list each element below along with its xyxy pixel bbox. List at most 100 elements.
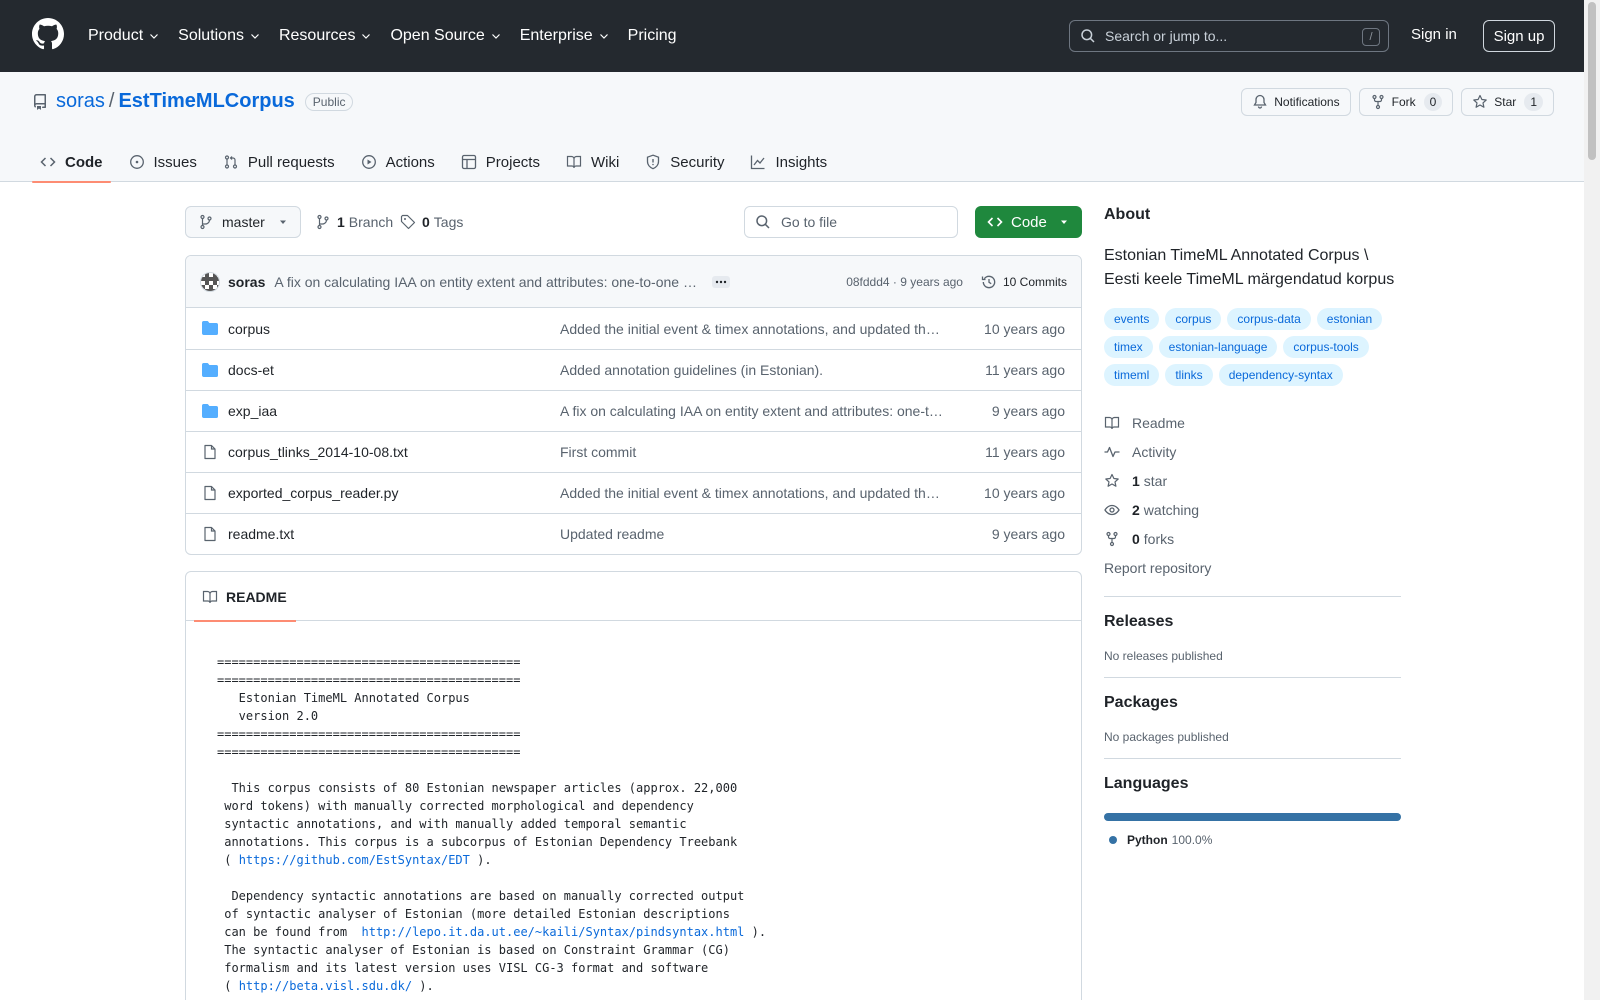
file-name-link[interactable]: docs-et — [228, 362, 274, 378]
readme-link[interactable]: https://github.com/EstSyntax/EDT — [239, 853, 470, 867]
readme-tab[interactable]: README — [194, 572, 296, 622]
caret-down-icon — [1060, 220, 1067, 224]
nav-solutions[interactable]: Solutions — [178, 27, 261, 45]
nav-product[interactable]: Product — [88, 27, 160, 45]
commit-expand-button[interactable] — [712, 275, 731, 288]
file-name-link[interactable]: exp_iaa — [228, 403, 277, 419]
notifications-button[interactable]: Notifications — [1241, 88, 1351, 116]
releases-heading[interactable]: Releases — [1104, 613, 1401, 631]
file-row[interactable]: docs-et Added annotation guidelines (in E… — [186, 349, 1081, 390]
packages-empty: No packages published — [1104, 730, 1229, 744]
file-name-link[interactable]: exported_corpus_reader.py — [228, 485, 398, 501]
sign-up-button[interactable]: Sign up — [1483, 20, 1555, 52]
topic-tag[interactable]: timeml — [1104, 364, 1160, 386]
activity-link[interactable]: Activity — [1104, 437, 1401, 466]
topic-tag[interactable]: estonian-language — [1158, 336, 1278, 358]
file-name-link[interactable]: readme.txt — [228, 526, 294, 542]
file-row[interactable]: exp_iaa A fix on calculating IAA on entit… — [186, 390, 1081, 431]
branch-select-button[interactable]: master — [185, 206, 301, 238]
tab-code[interactable]: Code — [32, 142, 111, 183]
forks-link[interactable]: 0 forks — [1104, 524, 1401, 553]
packages-heading[interactable]: Packages — [1104, 694, 1401, 712]
stars-link[interactable]: 1 star — [1104, 466, 1401, 495]
commits-history-link[interactable]: 10 Commits — [981, 274, 1067, 290]
readme-content: ========================================… — [186, 621, 1081, 1000]
file-commit-message-link[interactable]: Updated readme — [560, 526, 945, 542]
star-button[interactable]: Star 1 — [1461, 88, 1554, 116]
file-commit-message-link[interactable]: Added the initial event & timex annotati… — [560, 321, 945, 337]
file-icon — [204, 526, 216, 542]
ellipsis-icon — [716, 280, 727, 283]
tag-icon — [400, 214, 416, 230]
file-row[interactable]: readme.txt Updated readme 9 years ago — [186, 513, 1081, 554]
readme-link[interactable]: Readme — [1104, 408, 1401, 437]
file-type-icon — [202, 526, 218, 542]
topic-tag[interactable]: dependency-syntax — [1218, 364, 1343, 386]
nav-open-source[interactable]: Open Source — [390, 27, 501, 45]
topic-tag[interactable]: corpus — [1165, 308, 1222, 330]
topic-tag[interactable]: events — [1104, 308, 1160, 330]
tab-actions[interactable]: Actions — [353, 142, 443, 182]
readme-link[interactable]: http://beta.visl.sdu.dk/ — [239, 979, 412, 993]
search-placeholder: Search or jump to... — [1105, 28, 1228, 44]
language-item[interactable]: Python 100.0% — [1104, 833, 1401, 847]
repo-title: soras / EstTimeMLCorpus Public — [32, 90, 354, 113]
report-repository-link[interactable]: Report repository — [1104, 553, 1401, 582]
file-commit-message-link[interactable]: First commit — [560, 444, 945, 460]
fork-icon — [1372, 94, 1384, 110]
commit-author-link[interactable]: soras — [228, 274, 265, 290]
about-description: Estonian TimeML Annotated Corpus \ Eesti… — [1104, 247, 1395, 288]
github-logo-icon[interactable] — [32, 18, 64, 50]
commit-sha-link[interactable]: 08fddd4 — [846, 275, 889, 289]
branch-count-label: Branch — [348, 214, 394, 230]
page-scrollbar[interactable] — [1584, 0, 1600, 1000]
file-commit-message-link[interactable]: Added the initial event & timex annotati… — [560, 485, 945, 501]
topic-tag[interactable]: timex — [1104, 336, 1153, 358]
branches-link[interactable]: 1 Branch — [315, 206, 393, 238]
code-dropdown-button[interactable]: Code — [975, 206, 1082, 238]
global-search-input[interactable]: Search or jump to... / — [1069, 20, 1389, 52]
folder-icon — [202, 321, 218, 335]
search-shortcut-key: / — [1362, 28, 1380, 46]
fork-button[interactable]: Fork 0 — [1358, 88, 1454, 116]
file-commit-message-link[interactable]: Added annotation guidelines (in Estonian… — [560, 362, 945, 378]
sign-in-link[interactable]: Sign in — [1411, 26, 1457, 43]
file-name-link[interactable]: corpus — [228, 321, 270, 337]
go-to-file-input[interactable]: Go to file — [744, 206, 958, 238]
tab-pull-requests[interactable]: Pull requests — [215, 142, 343, 182]
avatar[interactable] — [200, 271, 220, 292]
readme-line: Dependency syntactic annotations are bas… — [217, 887, 1050, 905]
code-button-label: Code — [1011, 213, 1047, 231]
readme-text: of syntactic analyser of Estonian (more … — [217, 907, 730, 921]
watchers-link[interactable]: 2 watching — [1104, 495, 1401, 524]
file-commit-message-link[interactable]: A fix on calculating IAA on entity exten… — [560, 403, 945, 419]
tab-insights[interactable]: Insights — [742, 142, 835, 182]
topic-tag[interactable]: corpus-tools — [1283, 336, 1369, 358]
repo-name-link[interactable]: EstTimeMLCorpus — [118, 90, 294, 113]
file-name-link[interactable]: corpus_tlinks_2014-10-08.txt — [228, 444, 408, 460]
topic-tag[interactable]: estonian — [1316, 308, 1383, 330]
file-row[interactable]: exported_corpus_reader.py Added the initi… — [186, 472, 1081, 513]
caret-down-icon — [280, 220, 286, 224]
file-row[interactable]: corpus_tlinks_2014-10-08.txt First commit… — [186, 431, 1081, 472]
search-icon — [1081, 29, 1095, 43]
tab-label: Security — [670, 153, 725, 171]
repo-owner-link[interactable]: soras — [56, 90, 105, 113]
file-row[interactable]: corpus Added the initial event & timex an… — [186, 308, 1081, 349]
nav-resources[interactable]: Resources — [279, 27, 372, 45]
tags-link[interactable]: 0 Tags — [400, 206, 463, 238]
topic-tag[interactable]: corpus-data — [1227, 308, 1311, 330]
tab-issues[interactable]: Issues — [121, 142, 205, 182]
tab-security[interactable]: Security — [637, 142, 732, 182]
nav-enterprise[interactable]: Enterprise — [520, 27, 610, 45]
commit-message-link[interactable]: A fix on calculating IAA on entity exten… — [274, 274, 698, 290]
tab-wiki[interactable]: Wiki — [558, 142, 627, 182]
nav-pricing[interactable]: Pricing — [628, 27, 677, 45]
readme-link[interactable]: http://lepo.it.da.ut.ee/~kaili/Syntax/pi… — [362, 925, 745, 939]
topic-tag[interactable]: tlinks — [1165, 364, 1213, 386]
file-list: soras A fix on calculating IAA on entity… — [185, 255, 1082, 555]
tab-label: Actions — [385, 153, 435, 171]
scrollbar-thumb[interactable] — [1588, 2, 1596, 160]
file-commit-age: 11 years ago — [985, 444, 1065, 460]
tab-projects[interactable]: Projects — [453, 142, 548, 182]
